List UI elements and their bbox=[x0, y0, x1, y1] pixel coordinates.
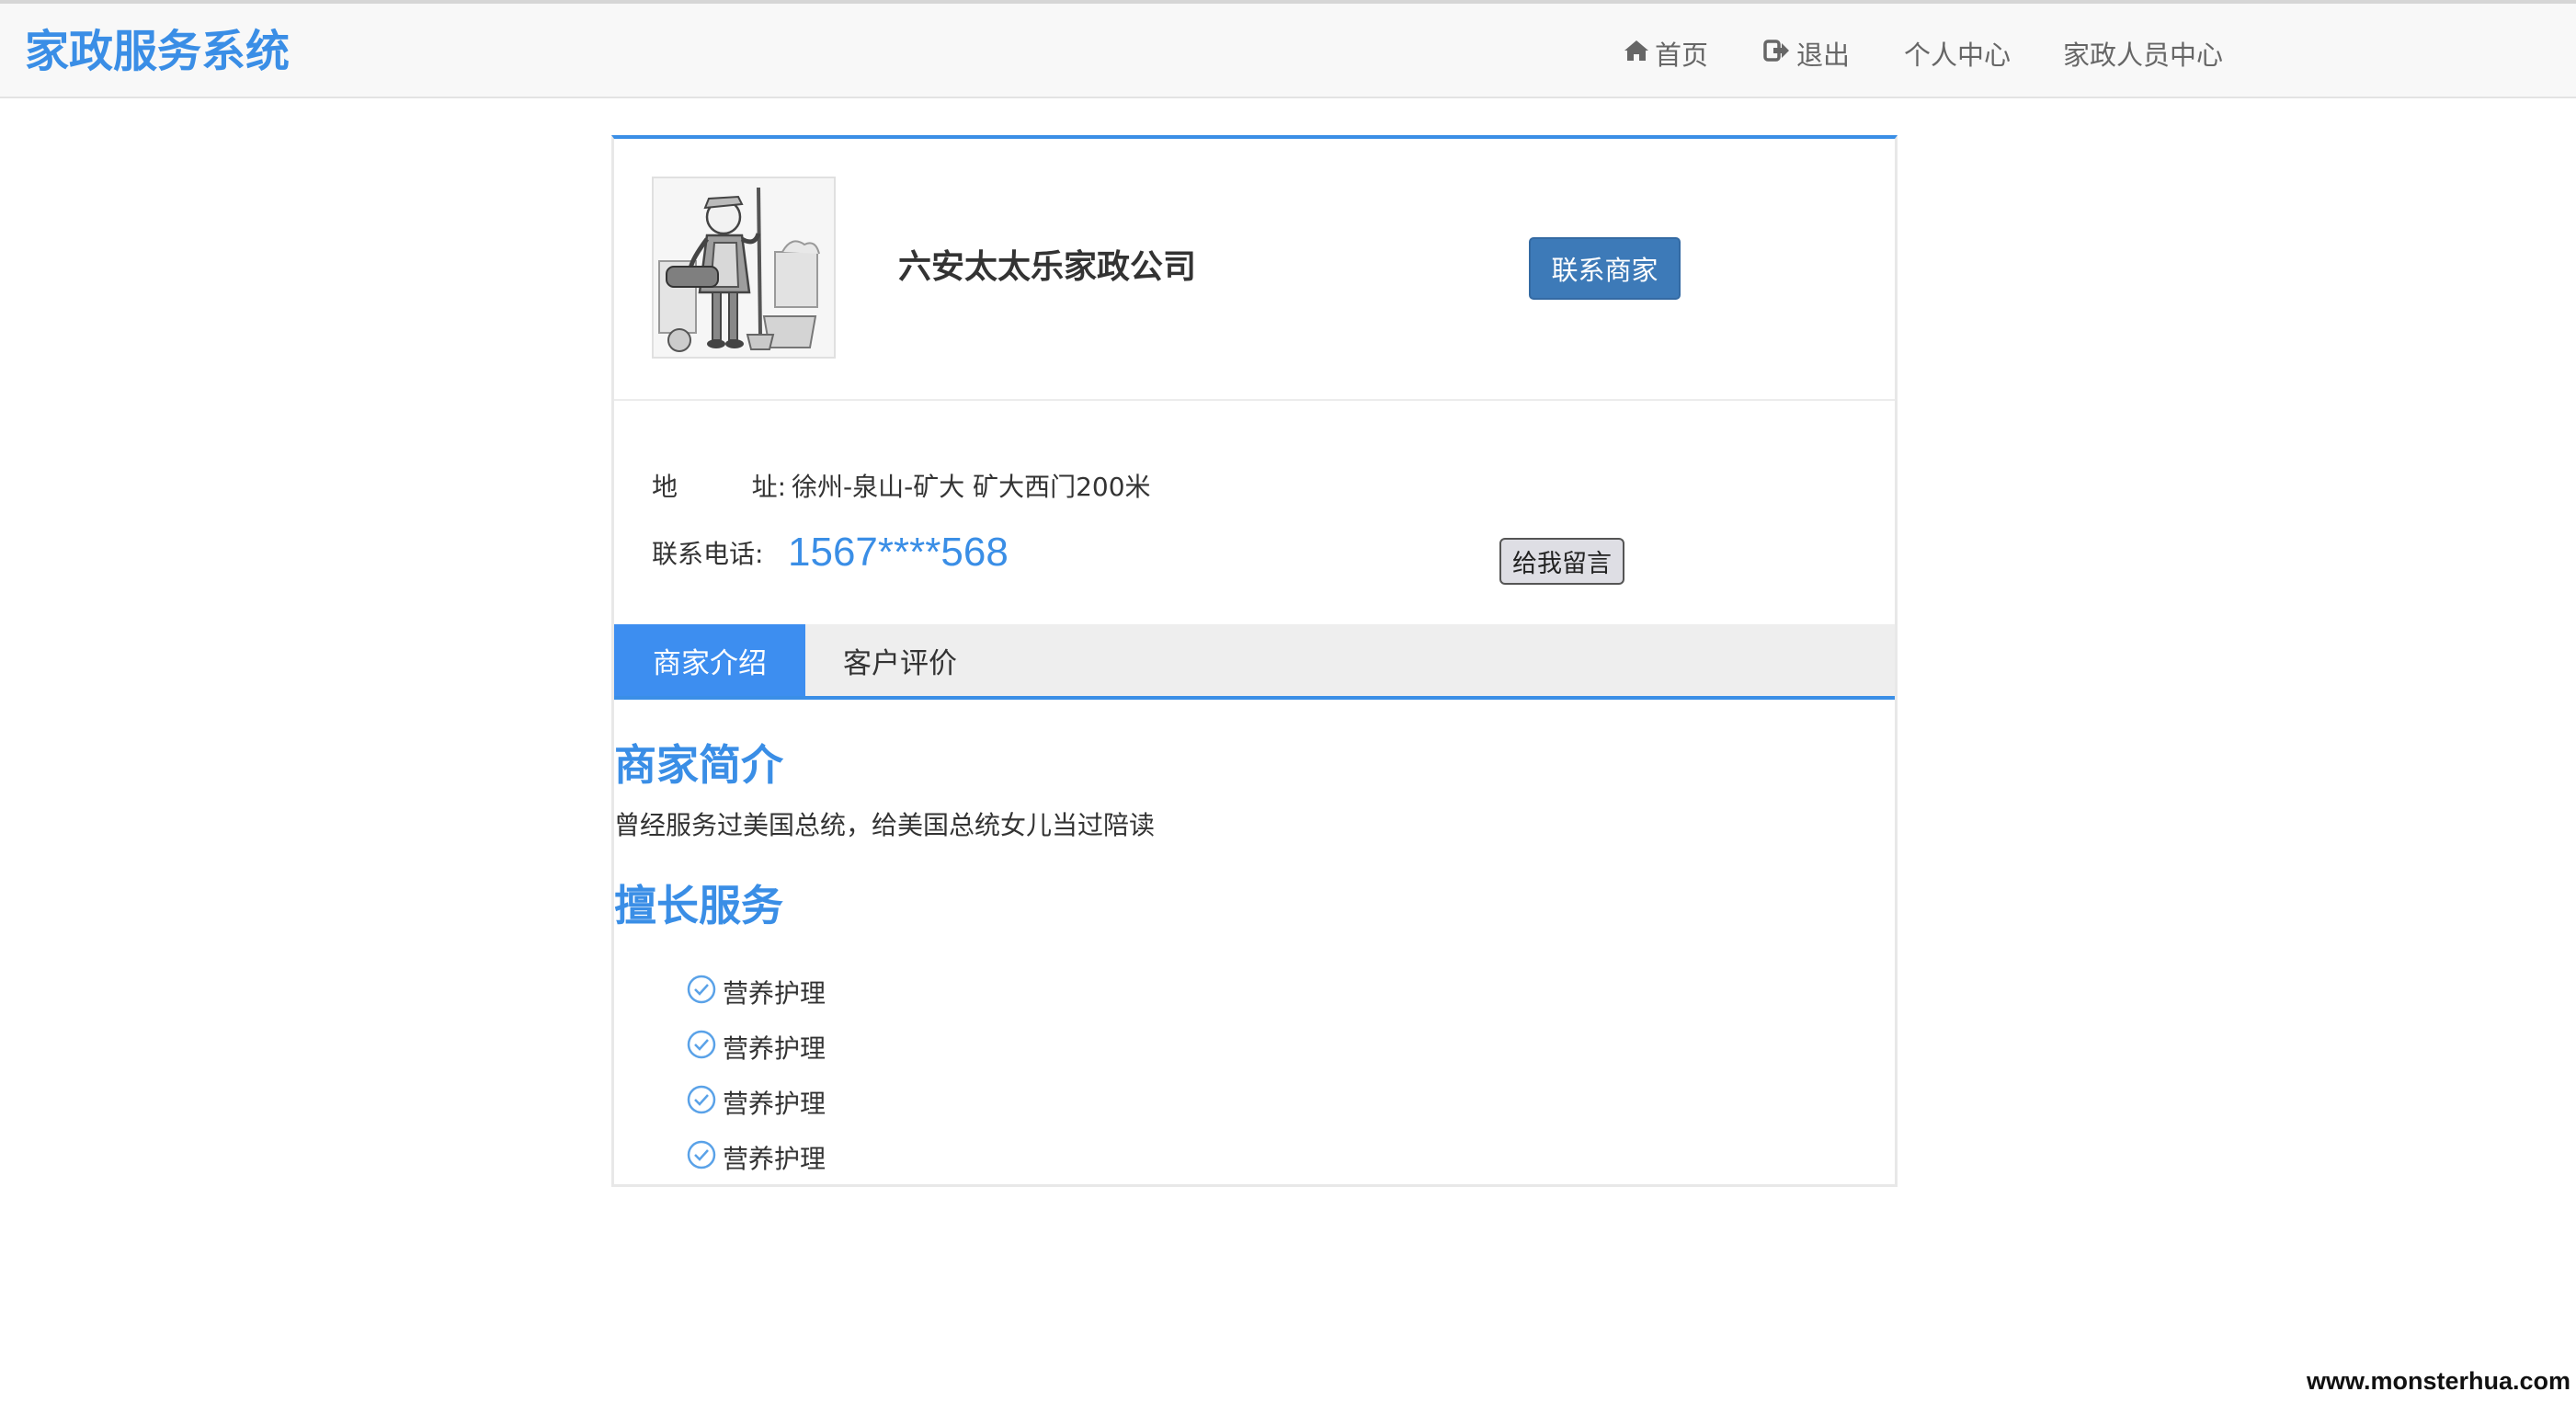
intro-heading: 商家简介 bbox=[614, 740, 783, 790]
address-value: 徐州-泉山-矿大 矿大西门200米 bbox=[792, 472, 1151, 502]
contact-merchant-button[interactable]: 联系商家 bbox=[1529, 237, 1681, 300]
brand-title[interactable]: 家政服务系统 bbox=[25, 22, 290, 81]
skill-label: 营养护理 bbox=[723, 1089, 826, 1119]
leave-message-button[interactable]: 给我留言 bbox=[1499, 538, 1624, 585]
skill-label: 营养护理 bbox=[723, 1144, 826, 1174]
nav-home-label: 首页 bbox=[1655, 40, 1709, 71]
tab-bar: 商家介绍 客户评价 bbox=[614, 624, 1895, 700]
phone-row: 联系电话: 1567****568 bbox=[652, 530, 1009, 576]
check-circle-icon bbox=[686, 1084, 717, 1122]
skills-list: 营养护理 营养护理 营养护理 营养护理 bbox=[686, 964, 826, 1185]
skill-item: 营养护理 bbox=[686, 1130, 826, 1185]
skill-item: 营养护理 bbox=[686, 1020, 826, 1075]
nav-logout[interactable]: 退出 bbox=[1763, 33, 1850, 74]
skills-heading: 擅长服务 bbox=[614, 881, 783, 930]
check-circle-icon bbox=[686, 1139, 717, 1177]
skill-label: 营养护理 bbox=[723, 978, 826, 1009]
nav-personal-center[interactable]: 个人中心 bbox=[1904, 33, 2011, 74]
nav-staff-center-label: 家政人员中心 bbox=[2063, 40, 2224, 71]
skill-label: 营养护理 bbox=[723, 1033, 826, 1064]
nav-home[interactable]: 首页 bbox=[1624, 33, 1708, 74]
tab-merchant-intro[interactable]: 商家介绍 bbox=[614, 624, 805, 696]
tab-customer-reviews[interactable]: 客户评价 bbox=[805, 624, 995, 696]
watermark: www.monsterhua.com bbox=[2306, 1367, 2570, 1395]
top-navbar: 家政服务系统 首页 退出 个人中心 家政人员中心 bbox=[0, 0, 2576, 98]
intro-text: 曾经服务过美国总统，给美国总统女儿当过陪读 bbox=[614, 810, 1156, 840]
merchant-logo bbox=[652, 177, 836, 359]
merchant-header: 六安太太乐家政公司 联系商家 bbox=[614, 139, 1895, 401]
merchant-card: 六安太太乐家政公司 联系商家 地 址: 徐州-泉山-矿大 矿大西门200米 联系… bbox=[611, 135, 1898, 1187]
check-circle-icon bbox=[686, 974, 717, 1011]
logout-icon bbox=[1763, 38, 1791, 69]
skill-item: 营养护理 bbox=[686, 964, 826, 1020]
nav-logout-label: 退出 bbox=[1796, 40, 1851, 71]
address-row: 地 址: 徐州-泉山-矿大 矿大西门200米 bbox=[652, 467, 1151, 504]
page: 家政服务系统 首页 退出 个人中心 家政人员中心 六安太太乐家政公司 联系商家 … bbox=[0, 0, 2576, 1403]
check-circle-icon bbox=[686, 1029, 717, 1067]
nav-personal-center-label: 个人中心 bbox=[1904, 40, 2012, 71]
nav-staff-center[interactable]: 家政人员中心 bbox=[2063, 33, 2223, 74]
skill-item: 营养护理 bbox=[686, 1075, 826, 1130]
phone-number: 1567****568 bbox=[788, 530, 1009, 575]
phone-label: 联系电话: bbox=[652, 539, 764, 569]
merchant-name: 六安太太乐家政公司 bbox=[898, 248, 1197, 286]
address-label: 地 址: bbox=[652, 472, 786, 502]
home-icon bbox=[1624, 38, 1649, 69]
